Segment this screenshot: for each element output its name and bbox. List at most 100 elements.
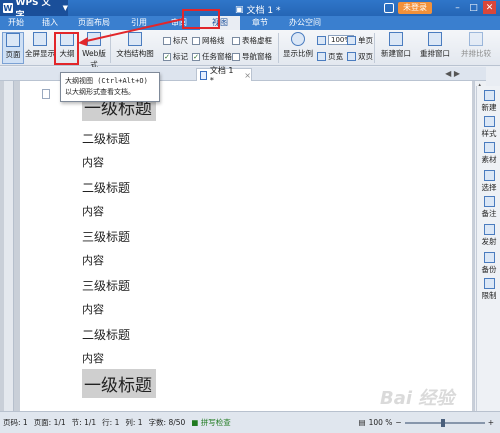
ruler-checkbox[interactable]: 标尺 [163, 35, 188, 46]
tab-section[interactable]: 章节 [240, 16, 280, 30]
body-text: 内容 [82, 352, 104, 365]
menu-tabs: 开始 插入 页面布局 引用 审阅 视图 章节 办公空间 [0, 16, 500, 30]
web-layout-button[interactable]: Web版式 [80, 32, 108, 69]
tab-view[interactable]: 视图 [200, 16, 240, 30]
maximize-icon[interactable]: □ [467, 1, 480, 14]
nav-pane-checkbox[interactable]: 导航窗格 [232, 51, 272, 62]
checkbox-icon [192, 36, 200, 45]
restrict-icon [483, 278, 495, 289]
tooltip-description: 以大纲形式查看文档。 [65, 88, 135, 96]
single-page-button[interactable]: 单页 [347, 35, 373, 46]
rearrange-icon [428, 32, 442, 46]
tab-page-layout[interactable]: 页面布局 [68, 16, 120, 30]
side-item-new[interactable]: 新建 [477, 90, 500, 113]
app-menu-button[interactable]: W WPS 文字 ▼ [0, 0, 68, 21]
page-view-label: 页面 [5, 50, 21, 59]
doc-structure-button[interactable]: 文档结构图 [112, 32, 158, 64]
document-icon: ▣ [235, 4, 244, 15]
heading-2: 二级标题 [82, 132, 131, 146]
marks-checkbox[interactable]: ✓ 标记 [163, 51, 188, 62]
new-window-button[interactable]: 新建窗口 [378, 32, 414, 64]
side-by-side-label: 并排比较 [461, 49, 491, 58]
close-tab-icon[interactable]: × [244, 71, 251, 80]
fullscreen-button[interactable]: 全屏显示 [25, 32, 55, 64]
new-window-label: 新建窗口 [381, 49, 411, 58]
checkbox-icon [232, 52, 240, 61]
vertical-ruler [4, 81, 14, 411]
rearrange-label: 重排窗口 [420, 49, 450, 58]
zoom-slider-knob[interactable] [440, 418, 445, 427]
zoom-in-icon[interactable]: + [488, 418, 494, 427]
tab-references[interactable]: 引用 [120, 16, 158, 30]
tab-insert[interactable]: 插入 [32, 16, 68, 30]
zoom-slider[interactable] [404, 418, 485, 427]
side-by-side-button[interactable]: 并排比较 [456, 32, 496, 64]
document-area[interactable]: 一级标题 二级标题 内容 二级标题 内容 三级标题 内容 三级标题 内容 二级标… [0, 81, 474, 411]
outline-tooltip: 大纲视图 (Ctrl+Alt+O) 以大纲形式查看文档。 [60, 72, 160, 102]
side-item-backup[interactable]: 备份 [477, 252, 500, 275]
ribbon-toolbar: 页面 全屏显示 大纲 Web版式 文档结构图 标尺 网格线 表格虚框 ✓ 标记 ✓… [0, 30, 500, 69]
side-item-label: 选择 [481, 183, 497, 192]
spellcheck-label: 拼写检查 [200, 418, 231, 427]
side-item-material[interactable]: 素材 [477, 142, 500, 165]
status-words[interactable]: 字数: 8/50 [146, 417, 189, 428]
side-item-select[interactable]: 选择 [477, 170, 500, 193]
side-item-label: 备注 [481, 209, 497, 218]
rearrange-window-button[interactable]: 重排窗口 [415, 32, 455, 64]
heading-2: 二级标题 [82, 181, 131, 195]
tab-nav-arrows[interactable]: ◀ ▶ [445, 69, 460, 78]
page-width-icon [317, 52, 326, 61]
tab-review[interactable]: 审阅 [158, 16, 200, 30]
task-pane-checkbox[interactable]: ✓ 任务窗格 [192, 51, 232, 62]
side-item-restrict[interactable]: 限制 [477, 278, 500, 301]
fullscreen-icon [33, 32, 47, 46]
page-width-button[interactable]: 页宽 [317, 51, 343, 62]
style-icon [483, 116, 495, 127]
table-virtual-checkbox[interactable]: 表格虚框 [232, 35, 272, 46]
login-button[interactable]: 未登录 [398, 2, 432, 14]
side-item-label: 发射 [481, 237, 497, 246]
spellcheck-button[interactable]: ■ 拼写检查 [188, 417, 233, 428]
side-item-style[interactable]: 样式 [477, 116, 500, 139]
page-view-icon [6, 33, 20, 47]
document-tab[interactable]: 文档 1 * × [196, 66, 252, 85]
page-view-button[interactable]: 页面 [2, 32, 24, 64]
status-page-code: 页码: 1 [3, 418, 28, 427]
outline-view-button[interactable]: 大纲 [56, 32, 78, 64]
status-row: 行: 1 [102, 418, 120, 427]
heading-2: 二级标题 [82, 328, 131, 342]
status-pages: 页面: 1/1 [33, 418, 66, 427]
side-item-notes[interactable]: 备注 [477, 196, 500, 219]
heading-3: 三级标题 [82, 279, 131, 293]
body-text: 内容 [82, 156, 104, 169]
document-page[interactable]: 一级标题 二级标题 内容 二级标题 内容 三级标题 内容 三级标题 内容 二级标… [20, 81, 472, 411]
side-item-label: 限制 [481, 291, 497, 300]
zoom-out-icon[interactable]: − [395, 418, 401, 427]
separator [110, 33, 111, 63]
new-window-icon [389, 32, 403, 46]
doc-structure-label: 文档结构图 [116, 49, 154, 58]
separator [374, 33, 375, 63]
zoom-percent[interactable]: 100 % [369, 418, 393, 427]
skin-icon[interactable] [384, 3, 394, 13]
zoom-ratio-button[interactable]: 显示比例 [282, 32, 314, 64]
checkbox-checked-icon: ✓ [192, 52, 200, 61]
document-icon [200, 70, 207, 80]
select-icon [483, 170, 495, 181]
page-width-label: 页宽 [328, 52, 343, 61]
close-icon[interactable]: ✕ [483, 1, 496, 14]
send-icon [483, 224, 495, 235]
heading-3: 三级标题 [82, 230, 131, 244]
checkbox-icon [232, 36, 240, 45]
nav-pane-label: 导航窗格 [242, 52, 272, 61]
minimize-icon[interactable]: – [451, 1, 464, 14]
double-page-button[interactable]: 双页 [347, 51, 373, 62]
zoom-control: ▤ 100 % − + [358, 418, 494, 427]
gridlines-checkbox[interactable]: 网格线 [192, 35, 225, 46]
side-item-send[interactable]: 发射 [477, 224, 500, 247]
new-icon [483, 90, 495, 101]
tab-office-space[interactable]: 办公空间 [280, 16, 330, 30]
doc-structure-icon [128, 32, 142, 46]
view-mode-icon[interactable]: ▤ [358, 418, 365, 427]
tab-home[interactable]: 开始 [0, 16, 32, 30]
